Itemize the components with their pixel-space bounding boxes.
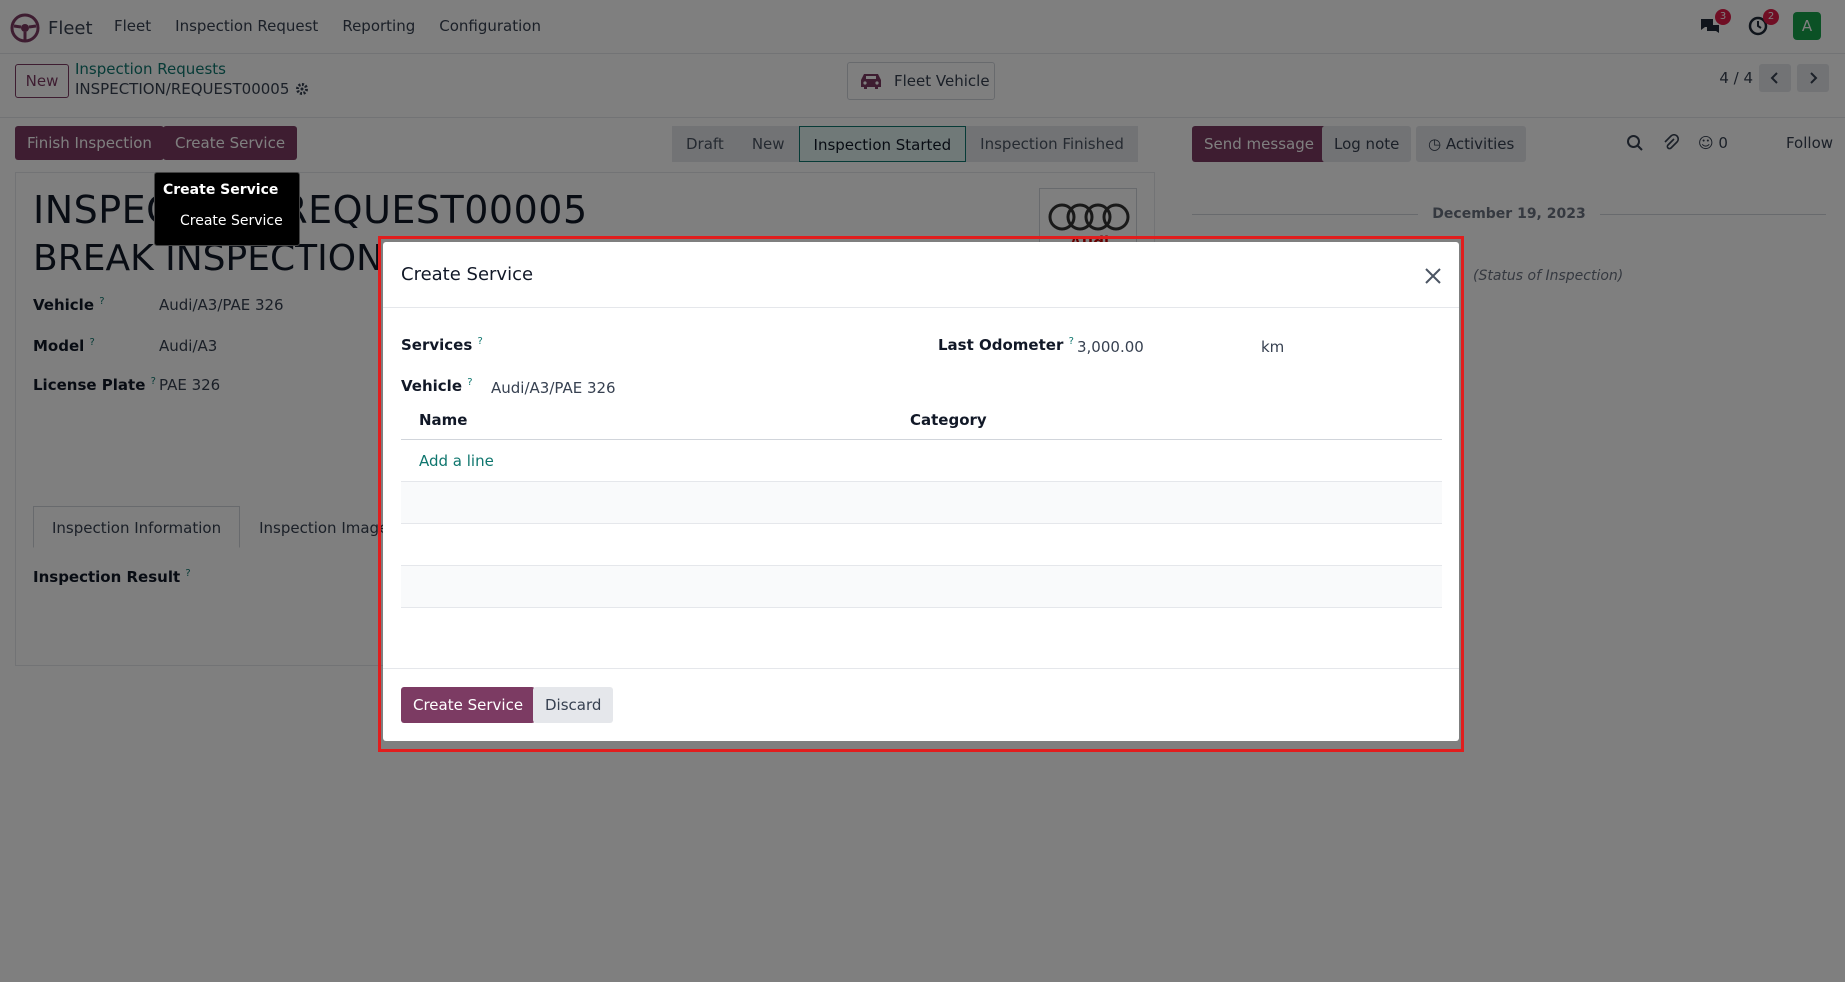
help-icon[interactable]: ? bbox=[478, 336, 483, 347]
help-icon[interactable]: ? bbox=[1069, 336, 1074, 347]
help-icon[interactable]: ? bbox=[467, 377, 472, 388]
table-row bbox=[401, 566, 1442, 608]
dialog-footer-divider bbox=[383, 668, 1459, 669]
services-label-text: Services bbox=[401, 336, 473, 354]
vehicle-dialog-label: Vehicle ? bbox=[401, 377, 473, 395]
table-row bbox=[401, 524, 1442, 566]
add-line-row: Add a line bbox=[401, 440, 1442, 482]
service-lines-table: Name Category Add a line bbox=[401, 400, 1442, 608]
odometer-unit: km bbox=[1261, 338, 1285, 356]
vehicle-dialog-label-text: Vehicle bbox=[401, 377, 462, 395]
vehicle-dialog-value[interactable]: Audi/A3/PAE 326 bbox=[491, 379, 616, 397]
add-a-line-link[interactable]: Add a line bbox=[419, 452, 494, 470]
discard-button[interactable]: Discard bbox=[533, 687, 614, 723]
tooltip-heading: Create Service bbox=[163, 182, 279, 198]
create-service-dialog: Create Service Services ? Last Odometer … bbox=[383, 242, 1459, 741]
tooltip-item: Create Service bbox=[180, 213, 283, 229]
last-odometer-input[interactable]: 3,000.00 bbox=[1077, 338, 1144, 356]
table-header: Name Category bbox=[401, 400, 1442, 440]
last-odometer-field-label: Last Odometer ? bbox=[938, 336, 1074, 354]
column-header-category[interactable]: Category bbox=[910, 411, 987, 429]
services-field-label: Services ? bbox=[401, 336, 483, 354]
close-icon[interactable] bbox=[1423, 266, 1443, 286]
create-service-button[interactable]: Create Service bbox=[401, 687, 536, 723]
odometer-label-text: Last Odometer bbox=[938, 336, 1064, 354]
dialog-title: Create Service bbox=[401, 264, 534, 285]
dialog-header-divider bbox=[383, 307, 1459, 308]
column-header-name[interactable]: Name bbox=[419, 411, 910, 429]
create-service-tooltip: Create Service Create Service bbox=[154, 172, 300, 246]
table-row bbox=[401, 482, 1442, 524]
